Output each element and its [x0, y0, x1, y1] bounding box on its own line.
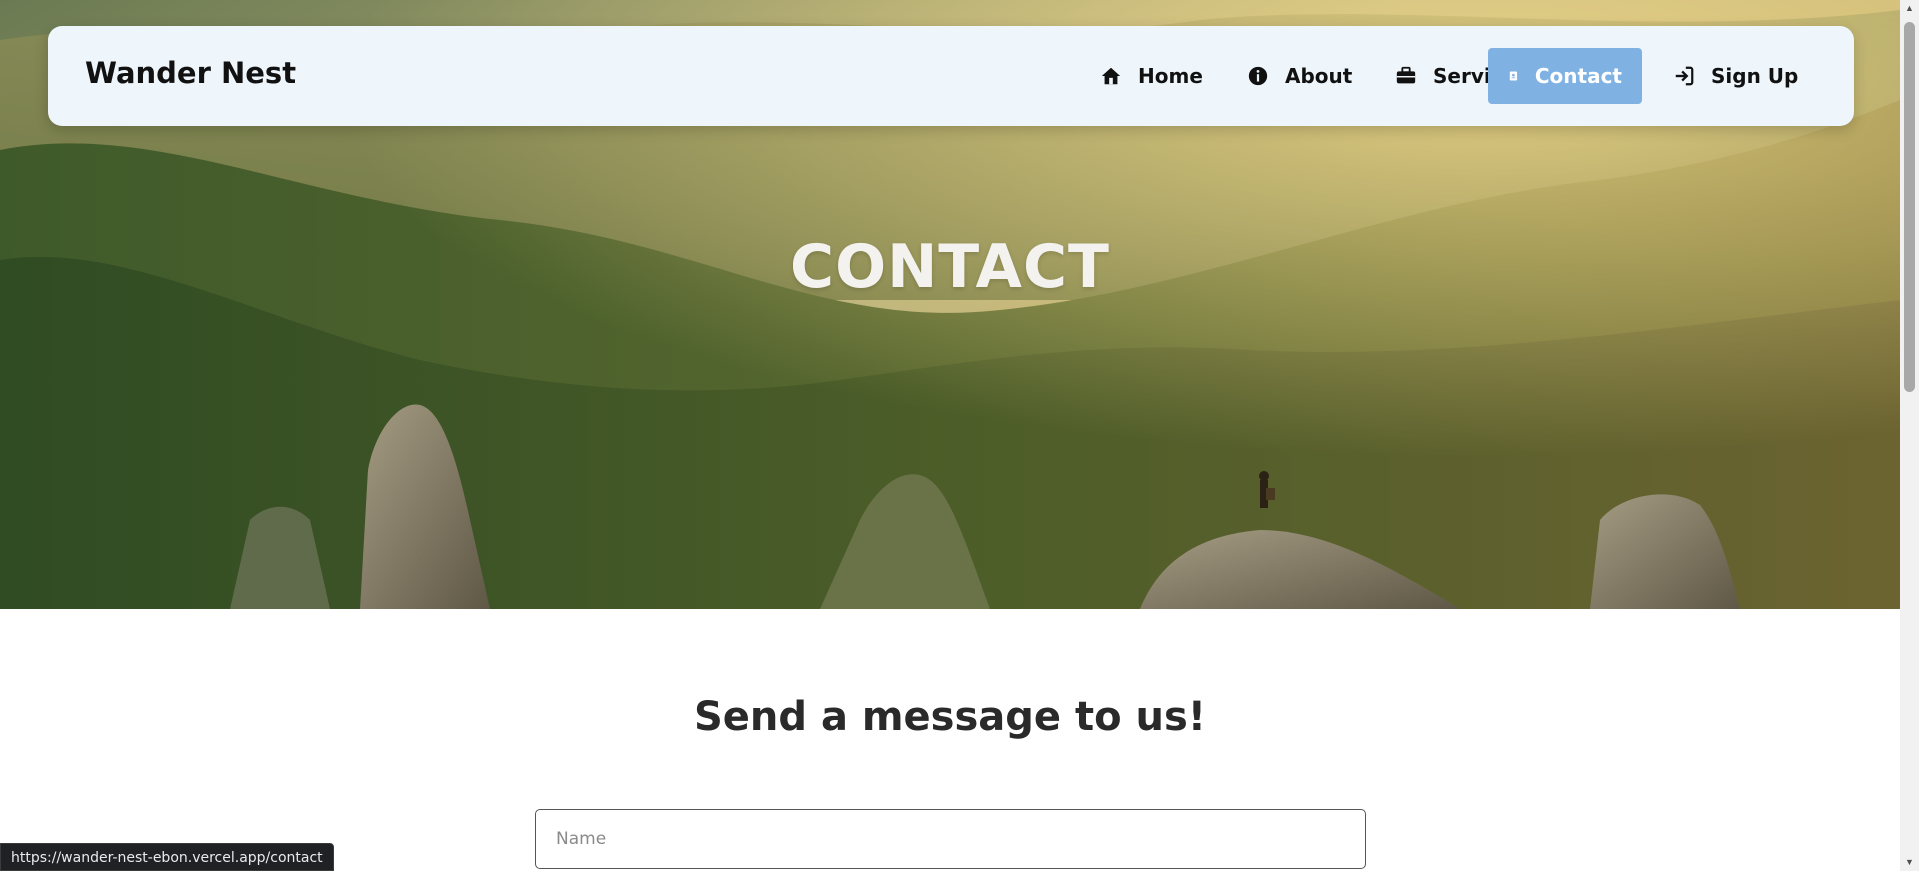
scroll-up-arrow-icon[interactable]: ▲	[1900, 0, 1919, 17]
nav-contact-label: Contact	[1534, 64, 1622, 88]
nav-about[interactable]: About	[1227, 48, 1372, 104]
link-status-bar: https://wander-nest-ebon.vercel.app/cont…	[0, 843, 334, 871]
nav-about-label: About	[1285, 64, 1353, 88]
form-title: Send a message to us!	[693, 694, 1207, 740]
name-input[interactable]	[535, 809, 1366, 869]
info-icon	[1248, 66, 1268, 86]
navbar: Wander Nest Home About Service Contact S…	[48, 26, 1854, 126]
hero-title: CONTACT	[790, 232, 1110, 302]
page: CONTACT Wander Nest Home About Service C…	[0, 0, 1919, 871]
briefcase-icon	[1396, 66, 1416, 84]
nav-signup-label: Sign Up	[1711, 64, 1799, 88]
address-book-icon	[1509, 71, 1518, 81]
scroll-down-arrow-icon[interactable]: ▼	[1900, 854, 1919, 871]
home-icon	[1101, 67, 1121, 85]
nav-home[interactable]: Home	[1080, 48, 1223, 104]
sign-in-icon	[1675, 66, 1694, 86]
nav-home-label: Home	[1138, 64, 1203, 88]
contact-form-section: Send a message to us!	[0, 609, 1900, 871]
nav-signup[interactable]: Sign Up	[1653, 48, 1818, 104]
brand-logo[interactable]: Wander Nest	[85, 56, 296, 90]
nav-contact[interactable]: Contact	[1488, 48, 1642, 104]
scrollbar-thumb[interactable]	[1904, 22, 1915, 392]
vertical-scrollbar[interactable]: ▲ ▼	[1900, 0, 1919, 871]
